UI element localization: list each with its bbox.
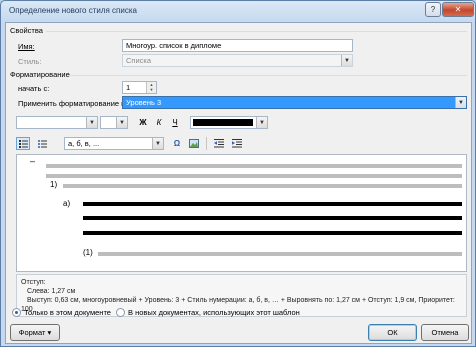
formatting-section-label: Форматирование	[10, 70, 70, 79]
dialog-body: Свойства Имя: Многоур. список в дипломе …	[5, 22, 472, 344]
new-documents-label[interactable]: В новых документах, использующих этот ша…	[128, 308, 300, 317]
indent-label: Отступ:	[21, 279, 46, 286]
preview-level3-marker: а)	[63, 199, 71, 208]
preview-level1-line	[46, 174, 462, 178]
this-document-label[interactable]: Только в этом документе	[24, 308, 111, 317]
font-color-combo[interactable]: ▼	[190, 116, 268, 129]
preview-level4-marker: (1)	[83, 248, 93, 257]
this-document-radio[interactable]	[12, 308, 21, 317]
properties-separator	[46, 31, 467, 32]
hanging-indent-text: Выступ: 0,63 см, многоуровневый + Уровен…	[27, 297, 455, 304]
formatting-separator	[68, 75, 467, 76]
symbol-button[interactable]: Ω	[170, 137, 184, 150]
spin-arrows-icon[interactable]: ▲ ▼	[146, 82, 156, 93]
help-button[interactable]: ?	[425, 2, 441, 17]
color-swatch	[193, 119, 253, 126]
start-label: начать с:	[18, 84, 50, 93]
chevron-down-icon: ▼	[341, 55, 352, 66]
name-input[interactable]: Многоур. список в дипломе	[122, 39, 353, 52]
preview-level1-line	[46, 164, 462, 168]
cancel-button[interactable]: Отмена	[421, 324, 469, 341]
picture-bullet-icon[interactable]	[187, 137, 201, 150]
close-button[interactable]: ✕	[442, 2, 474, 17]
font-name-combo[interactable]: ▼	[16, 116, 98, 129]
underline-button[interactable]: Ч	[168, 116, 182, 129]
ok-button[interactable]: ОК	[368, 324, 417, 341]
title-bar[interactable]: Определение нового стиля списка ? ✕	[1, 1, 475, 21]
preview-level1-marker: –	[30, 156, 36, 166]
decrease-indent-icon[interactable]	[212, 137, 226, 150]
numbering-value: а, б, в, ...	[68, 139, 100, 148]
properties-section-label: Свойства	[10, 26, 43, 35]
style-label: Стиль:	[18, 57, 42, 66]
toolbar-divider	[206, 137, 207, 150]
bold-button[interactable]: Ж	[136, 116, 150, 129]
font-size-combo[interactable]: ▼	[100, 116, 128, 129]
preview-level4-line	[98, 252, 462, 256]
chevron-down-icon: ▼	[116, 117, 127, 128]
preview-level2-line	[63, 184, 462, 188]
apply-to-combo[interactable]: Уровень 3 ▼	[122, 96, 467, 109]
format-button[interactable]: Формат ▾	[10, 324, 60, 341]
start-at-spinner[interactable]: 1 ▲ ▼	[122, 81, 157, 94]
style-combo: Списка ▼	[122, 54, 353, 67]
chevron-down-icon[interactable]: ▼	[455, 97, 466, 108]
chevron-down-icon: ▼	[86, 117, 97, 128]
chevron-down-icon: ▼	[152, 138, 163, 149]
window-title: Определение нового стиля списка	[9, 6, 137, 15]
name-label: Имя:	[18, 42, 35, 51]
preview-level3-line	[83, 202, 462, 206]
list-preview: – 1) а) (1)	[16, 154, 467, 272]
numbered-list-icon[interactable]	[16, 137, 30, 150]
dialog-window: Определение нового стиля списка ? ✕ Свой…	[0, 0, 476, 347]
bulleted-list-icon[interactable]	[35, 137, 49, 150]
apply-to-label: Применить форматирование к:	[18, 99, 127, 108]
apply-to-value: Уровень 3	[126, 98, 162, 107]
increase-indent-icon[interactable]	[230, 137, 244, 150]
style-value: Списка	[126, 56, 152, 65]
numbering-style-combo[interactable]: а, б, в, ... ▼	[64, 137, 164, 150]
new-documents-radio[interactable]	[116, 308, 125, 317]
chevron-down-icon: ▼	[256, 117, 267, 128]
preview-level3-line	[83, 231, 462, 235]
italic-button[interactable]: К	[152, 116, 166, 129]
start-value: 1	[126, 83, 131, 92]
preview-level3-line	[83, 216, 462, 220]
left-indent-text: Слева: 1,27 см	[27, 288, 76, 295]
preview-level2-marker: 1)	[50, 180, 58, 189]
